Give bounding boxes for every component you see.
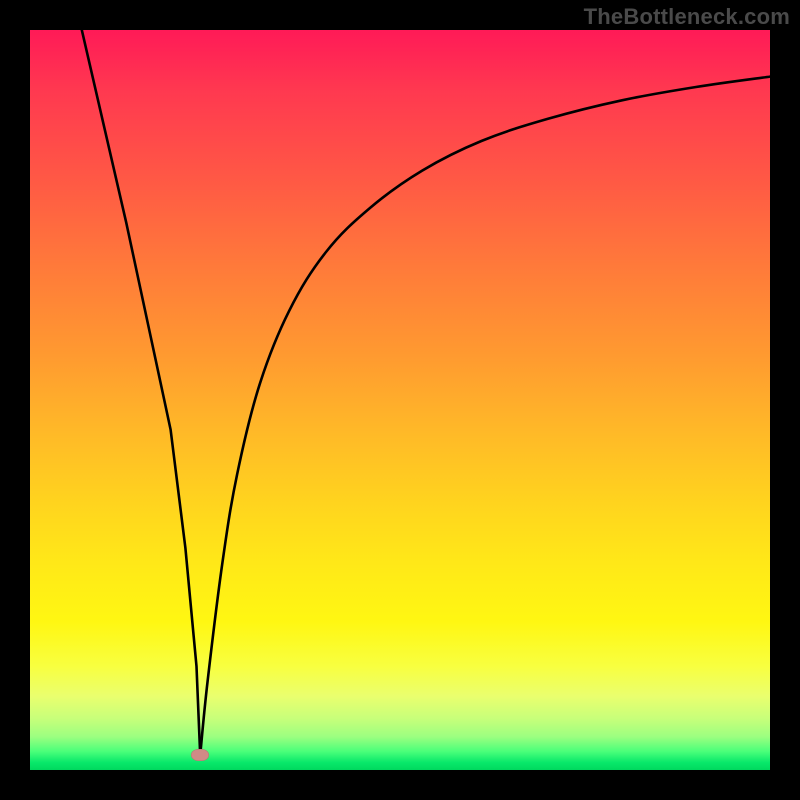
plot-area [30, 30, 770, 770]
curve-layer [30, 30, 770, 770]
min-point-marker [191, 749, 209, 761]
curve-left-branch [82, 30, 200, 755]
watermark-text: TheBottleneck.com [584, 4, 790, 30]
chart-frame: TheBottleneck.com [0, 0, 800, 800]
curve-right-branch [200, 77, 770, 756]
